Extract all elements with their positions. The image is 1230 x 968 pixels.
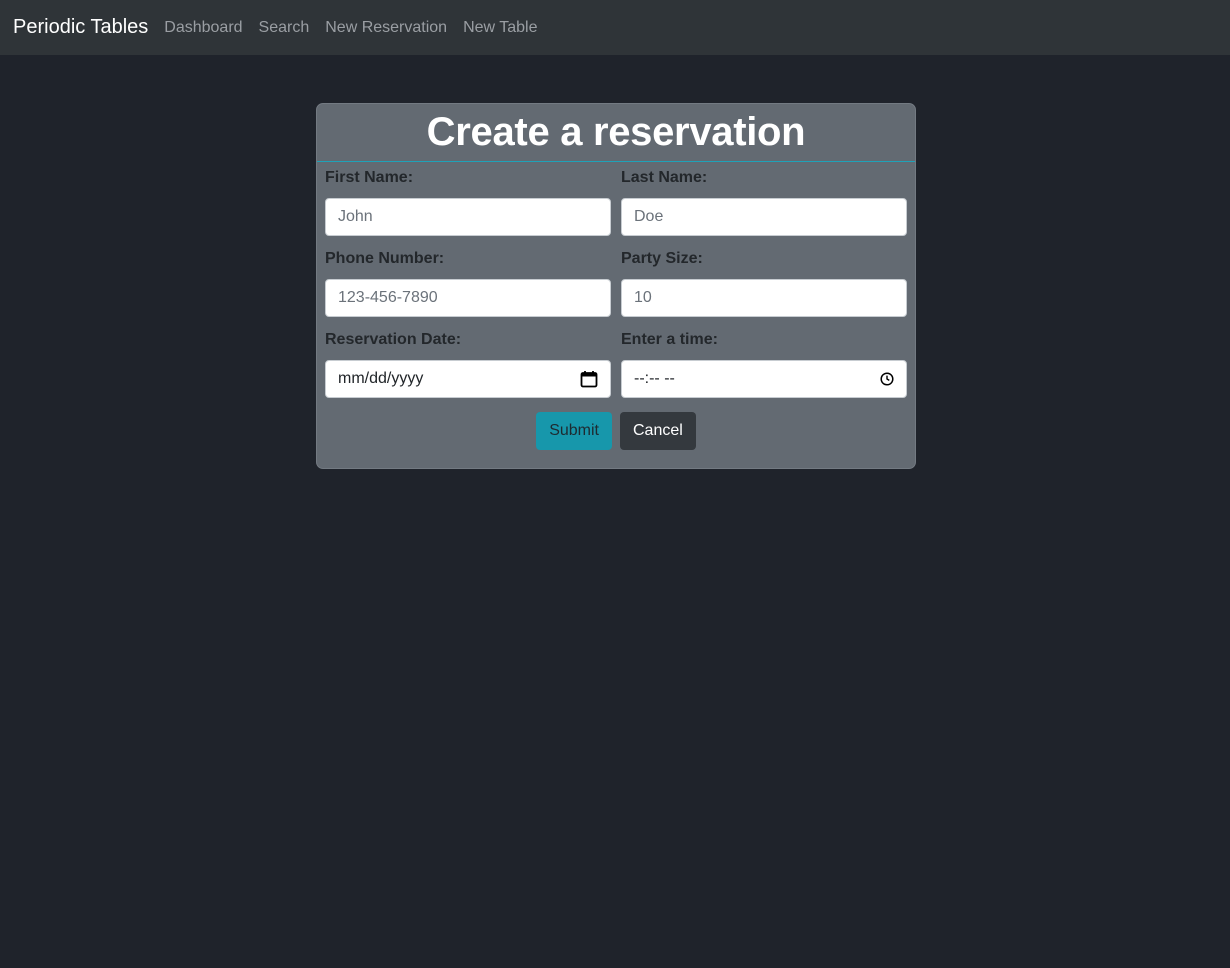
- nav-link-dashboard[interactable]: Dashboard: [164, 19, 242, 37]
- date-group: Reservation Date: mm/dd/yyyy: [325, 331, 611, 398]
- phone-label: Phone Number:: [325, 250, 445, 267]
- date-input-text: mm/dd/yyyy: [338, 370, 424, 387]
- first-name-input[interactable]: [338, 208, 598, 226]
- phone-input[interactable]: [338, 289, 598, 307]
- brand-link[interactable]: Periodic Tables: [13, 16, 148, 39]
- nav-link-new-reservation[interactable]: New Reservation: [325, 19, 447, 37]
- first-name-label: First Name:: [325, 169, 414, 186]
- last-name-group: Last Name:: [621, 169, 907, 236]
- last-name-input-wrapper: [621, 198, 907, 236]
- first-name-group: First Name:: [325, 169, 611, 236]
- party-size-label: Party Size:: [621, 250, 703, 267]
- submit-button[interactable]: Submit: [536, 412, 612, 450]
- page-title: Create a reservation: [426, 110, 806, 154]
- phone-input-wrapper: [325, 279, 611, 317]
- form-row-datetime: Reservation Date: mm/dd/yyyy Enter a tim…: [325, 331, 907, 398]
- time-input-text: --:-- --: [634, 370, 675, 387]
- nav-link-search[interactable]: Search: [259, 19, 310, 37]
- card-header: Create a reservation: [317, 104, 915, 162]
- date-input[interactable]: mm/dd/yyyy: [325, 360, 611, 398]
- time-input[interactable]: --:-- --: [621, 360, 907, 398]
- calendar-icon[interactable]: [580, 370, 598, 388]
- last-name-input[interactable]: [634, 208, 894, 226]
- time-label: Enter a time:: [621, 331, 718, 348]
- phone-group: Phone Number:: [325, 250, 611, 317]
- form-row-name: First Name: Last Name:: [325, 169, 907, 236]
- nav-link-new-table[interactable]: New Table: [463, 19, 537, 37]
- cancel-button[interactable]: Cancel: [619, 412, 696, 450]
- last-name-label: Last Name:: [621, 169, 708, 186]
- top-navbar: Periodic Tables Dashboard Search New Res…: [0, 0, 1230, 55]
- date-label: Reservation Date:: [325, 331, 462, 348]
- party-size-input-wrapper: [621, 279, 907, 317]
- party-size-input[interactable]: [634, 289, 894, 307]
- reservation-form: First Name: Last Name: Phone Number:: [317, 162, 915, 450]
- time-group: Enter a time: --:-- --: [621, 331, 907, 398]
- form-actions: Submit Cancel: [325, 412, 907, 450]
- party-size-group: Party Size:: [621, 250, 907, 317]
- first-name-input-wrapper: [325, 198, 611, 236]
- reservation-card: Create a reservation First Name: Last Na…: [316, 103, 916, 469]
- clock-icon[interactable]: [880, 372, 894, 386]
- form-row-contact: Phone Number: Party Size:: [325, 250, 907, 317]
